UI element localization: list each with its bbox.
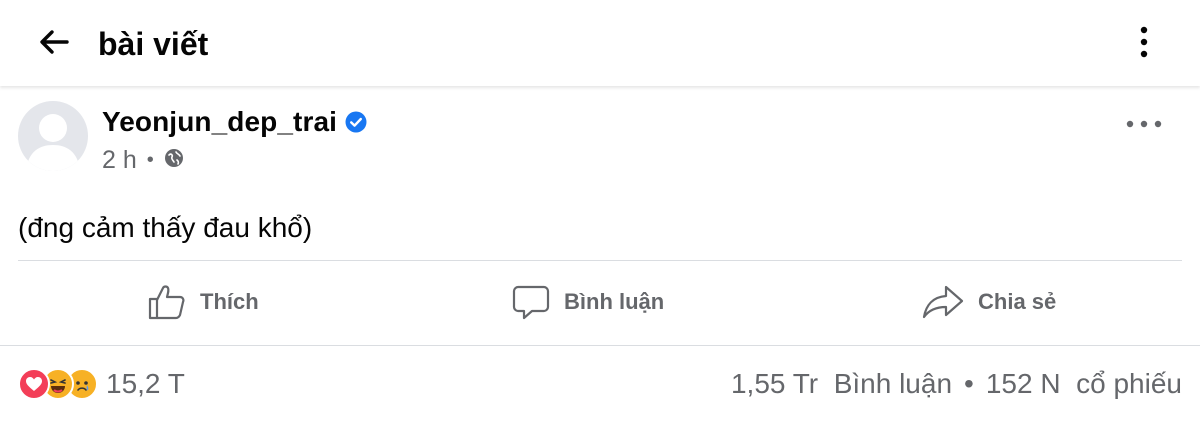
post-options-button[interactable]: [1118, 108, 1170, 140]
love-reaction-icon: [18, 368, 50, 400]
stats-separator: •: [964, 368, 974, 399]
reactions-summary[interactable]: 15,2 T: [18, 364, 185, 404]
page-title: bài viết: [98, 26, 209, 62]
post-meta: 2 h •: [102, 144, 184, 176]
share-button[interactable]: Chia sẻ: [922, 280, 1056, 324]
shares-count-label: cổ phiếu: [1076, 368, 1182, 399]
comments-count-label: Bình luận: [833, 368, 953, 399]
post-time[interactable]: 2 h: [102, 146, 137, 175]
comment-button[interactable]: Bình luận: [512, 280, 664, 324]
shares-count[interactable]: 152 N cổ phiếu: [986, 368, 1182, 400]
share-label: Chia sẻ: [978, 289, 1057, 314]
back-button[interactable]: [34, 24, 74, 64]
shares-count-value: 152 N: [985, 368, 1061, 399]
author-name[interactable]: Yeonjun_dep_trai: [102, 106, 337, 138]
like-label: Thích: [200, 289, 259, 314]
comment-bubble-icon: [512, 284, 550, 320]
thumbs-up-icon: [148, 284, 186, 320]
author-row: Yeonjun_dep_trai: [102, 104, 367, 140]
menu-button[interactable]: [1126, 22, 1162, 66]
default-avatar-icon: [26, 114, 80, 171]
verified-badge-icon: [345, 111, 367, 133]
more-horizontal-icon: [1126, 115, 1162, 133]
comments-count[interactable]: 1,55 Tr Bình luận: [731, 368, 952, 400]
top-app-bar: bài viết: [0, 0, 1200, 86]
comment-label: Bình luận: [564, 289, 665, 314]
post-text: (đng cảm thấy đau khổ): [18, 212, 313, 243]
avatar[interactable]: [18, 101, 88, 171]
meta-separator: •: [146, 148, 154, 171]
comments-count-value: 1,55 Tr: [730, 368, 819, 399]
kebab-menu-icon: [1139, 26, 1149, 63]
reaction-count: 15,2 T: [106, 368, 185, 399]
like-button[interactable]: Thích: [148, 280, 259, 324]
post-detail-screen: bài viết Yeonjun_dep_trai 2 h • (đng cảm…: [0, 0, 1200, 444]
arrow-left-icon: [39, 29, 69, 60]
divider: [18, 260, 1182, 261]
divider: [0, 345, 1200, 346]
globe-icon: [164, 146, 184, 175]
engagement-stats: 1,55 Tr Bình luận • 152 N cổ phiếu: [731, 364, 1182, 404]
share-arrow-icon: [922, 285, 964, 319]
